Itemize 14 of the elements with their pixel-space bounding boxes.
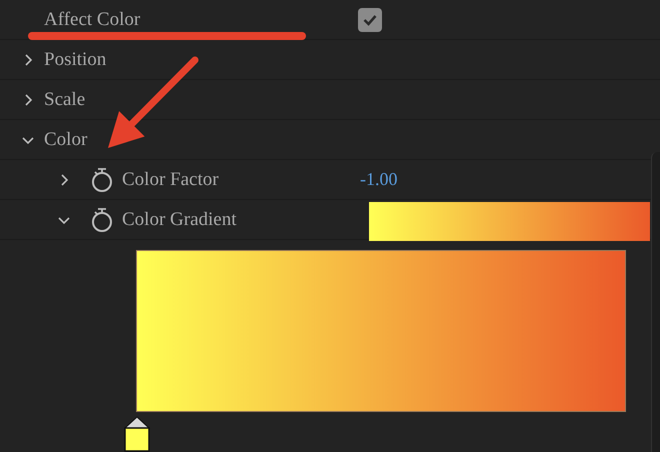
group-label[interactable]: Position xyxy=(44,48,106,70)
value-field[interactable]: -1.00 xyxy=(360,169,398,190)
scrollbar[interactable] xyxy=(651,152,660,452)
stopwatch-icon[interactable] xyxy=(90,206,114,232)
stopwatch-icon[interactable] xyxy=(90,166,114,192)
property-label: Affect Color xyxy=(44,8,140,30)
gradient-swatch[interactable] xyxy=(369,202,650,241)
group-label[interactable]: Color xyxy=(44,128,88,150)
color-stop-marker[interactable] xyxy=(124,416,150,452)
property-label: Color Gradient xyxy=(122,208,237,230)
property-label: Color Factor xyxy=(122,168,219,190)
group-label[interactable]: Scale xyxy=(44,88,86,110)
checkbox[interactable] xyxy=(358,8,382,32)
checkmark-icon xyxy=(363,14,377,26)
